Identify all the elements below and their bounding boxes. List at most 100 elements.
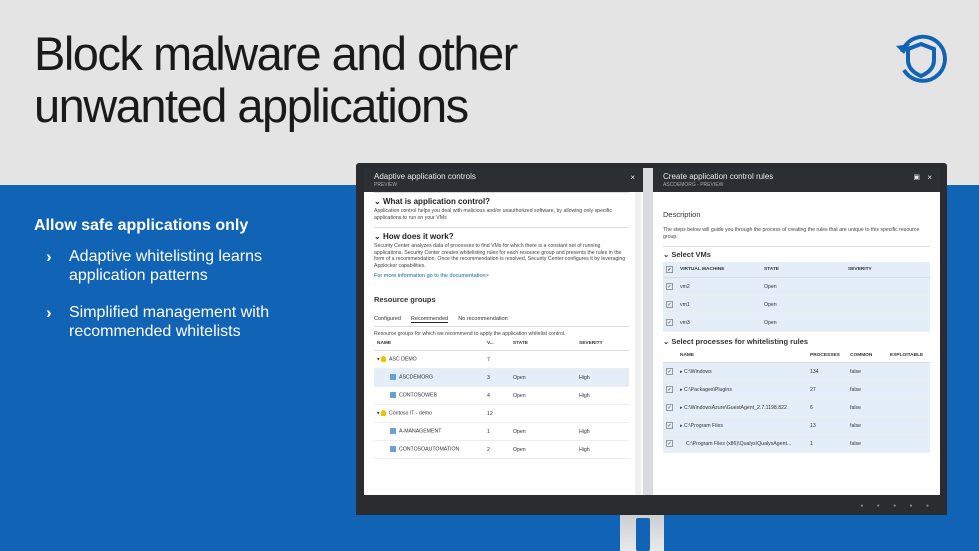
bullet-text: Adaptive whitelisting learns application… bbox=[69, 248, 262, 284]
how-section-toggle[interactable]: ⌄ How does it work? bbox=[374, 227, 629, 243]
resource-group-icon bbox=[390, 428, 396, 435]
select-all-checkbox[interactable]: ✓ bbox=[666, 266, 673, 273]
process-common: false bbox=[847, 416, 887, 435]
column-header[interactable]: NAME bbox=[374, 337, 484, 351]
process-path: C:\Program Files bbox=[684, 422, 723, 429]
row-checkbox[interactable]: ✓ bbox=[666, 440, 673, 447]
resource-group-icon bbox=[390, 374, 396, 381]
row-checkbox[interactable]: ✓ bbox=[666, 422, 673, 429]
column-header[interactable]: STATE bbox=[510, 337, 576, 351]
row-severity: High bbox=[576, 368, 629, 387]
documentation-link[interactable]: For more information go to the documenta… bbox=[374, 273, 629, 279]
column-header[interactable]: COMMON bbox=[847, 349, 887, 363]
bullet-item: › Adaptive whitelisting learns applicati… bbox=[34, 247, 304, 285]
table-row[interactable]: ✓ vm3 Open bbox=[663, 313, 930, 332]
processes-table: NAME PROCESSES COMMON EXPLOITABLE ✓ ▸ C:… bbox=[663, 349, 930, 453]
vm-state: Open bbox=[761, 277, 845, 296]
table-row[interactable]: ASCDEMORG 3 Open High bbox=[374, 368, 629, 387]
tab-no-recommendation[interactable]: No recommendation bbox=[458, 316, 508, 323]
vm-name: vm1 bbox=[677, 295, 761, 314]
what-is-section-toggle[interactable]: ⌄ What is application control? bbox=[374, 192, 629, 208]
blade-title: Adaptive application controls bbox=[374, 172, 476, 181]
resource-group-icon bbox=[390, 446, 396, 453]
process-common: false bbox=[847, 398, 887, 417]
row-vms: 2 bbox=[484, 440, 510, 459]
close-icon[interactable]: × bbox=[630, 173, 635, 182]
row-checkbox[interactable]: ✓ bbox=[666, 319, 673, 326]
row-state: Open bbox=[510, 422, 576, 441]
row-state: Open bbox=[510, 368, 576, 387]
process-count: 1 bbox=[807, 434, 847, 453]
row-severity: High bbox=[576, 422, 629, 441]
process-path: C:\Program Files (x86)\Qualys\QualysAgen… bbox=[686, 440, 792, 447]
create-rules-blade: Create application control rules ASCDEMO… bbox=[653, 168, 940, 495]
table-row[interactable]: ✓ ▸ C:\Program Files 13 false bbox=[663, 416, 930, 435]
table-row[interactable]: CONTOSOAUTOMATION 2 Open High bbox=[374, 440, 629, 459]
select-vms-heading: Select VMs bbox=[671, 250, 711, 259]
select-processes-toggle[interactable]: ⌄ Select processes for whitelisting rule… bbox=[663, 334, 930, 349]
column-header[interactable]: PROCESSES bbox=[807, 349, 847, 363]
table-row[interactable]: ✓ ▸ C:\Packages\Plugins 27 false bbox=[663, 380, 930, 399]
description-text: The steps below will guide you through t… bbox=[663, 227, 920, 240]
slide-title: Block malware and other unwanted applica… bbox=[34, 28, 518, 132]
bullet-item: › Simplified management with recommended… bbox=[34, 303, 304, 341]
resource-group-icon bbox=[390, 392, 396, 399]
process-common: false bbox=[847, 362, 887, 381]
row-checkbox[interactable]: ✓ bbox=[666, 301, 673, 308]
blade-header: Create application control rules ASCDEMO… bbox=[653, 168, 940, 192]
column-header[interactable]: STATE bbox=[761, 262, 845, 278]
row-checkbox[interactable]: ✓ bbox=[666, 368, 673, 375]
bullet-list: Allow safe applications only › Adaptive … bbox=[34, 217, 304, 359]
table-row[interactable]: ✓ ▸ C:\WindowsAzure\GuestAgent_2.7.1198.… bbox=[663, 398, 930, 417]
column-header[interactable]: SEVERITY bbox=[576, 337, 629, 351]
process-path: C:\Windows bbox=[684, 368, 712, 375]
close-icon[interactable]: × bbox=[927, 173, 932, 182]
row-severity bbox=[576, 404, 629, 423]
row-checkbox[interactable]: ✓ bbox=[666, 404, 673, 411]
table-row[interactable]: A-MANAGEMENT 1 Open High bbox=[374, 422, 629, 441]
row-state: Open bbox=[510, 440, 576, 459]
table-row[interactable]: ▾ Contoso IT - demo 12 bbox=[374, 404, 629, 423]
process-count: 6 bbox=[807, 398, 847, 417]
blade-title: Create application control rules bbox=[663, 172, 774, 181]
column-header[interactable]: EXPLOITABLE bbox=[887, 349, 930, 363]
blade-subtitle: PREVIEW bbox=[374, 182, 398, 188]
bullet-text: Simplified management with recommended w… bbox=[69, 304, 270, 340]
slide-title-line-2: unwanted applications bbox=[34, 79, 469, 132]
table-row[interactable]: ✓ vm2 Open bbox=[663, 277, 930, 296]
row-severity: High bbox=[576, 440, 629, 459]
table-row[interactable]: CONTOSOWEB 4 Open High bbox=[374, 386, 629, 405]
select-vms-toggle[interactable]: ⌄ Select VMs bbox=[663, 246, 930, 262]
chevron-down-icon: ⌄ bbox=[374, 197, 383, 206]
tab-recommended[interactable]: Recommended bbox=[410, 316, 449, 323]
blade-divider bbox=[643, 168, 653, 495]
column-header[interactable]: SEVERITY bbox=[845, 262, 930, 278]
what-heading: What is application control? bbox=[382, 197, 491, 206]
resource-groups-table: NAME V... STATE SEVERITY ▾ ASC DEMO 7 AS… bbox=[374, 337, 629, 459]
row-checkbox[interactable]: ✓ bbox=[666, 386, 673, 393]
process-common: false bbox=[847, 380, 887, 399]
row-severity bbox=[576, 350, 629, 369]
monitor-buttons: ● ● ● ● ● bbox=[860, 503, 935, 509]
column-header[interactable]: VIRTUAL MACHINE bbox=[677, 262, 761, 278]
process-count: 27 bbox=[807, 380, 847, 399]
column-header[interactable]: NAME bbox=[677, 349, 807, 363]
lightbulb-icon bbox=[381, 356, 387, 363]
vm-name: vm3 bbox=[677, 313, 761, 332]
row-name: CONTOSOAUTOMATION bbox=[399, 446, 460, 453]
process-count: 13 bbox=[807, 416, 847, 435]
scrollbar[interactable] bbox=[635, 192, 641, 495]
table-row[interactable]: ✓ ▸ C:\Windows 134 false bbox=[663, 362, 930, 381]
table-row[interactable]: ▾ ASC DEMO 7 bbox=[374, 350, 629, 369]
vm-state: Open bbox=[761, 313, 845, 332]
table-row[interactable]: ✓ vm1 Open bbox=[663, 295, 930, 314]
tab-configured[interactable]: Configured bbox=[374, 316, 401, 323]
row-checkbox[interactable]: ✓ bbox=[666, 283, 673, 290]
monitor-chin: ● ● ● ● ● bbox=[356, 497, 947, 515]
row-vms: 1 bbox=[484, 422, 510, 441]
maximize-icon[interactable]: ▣ bbox=[913, 173, 920, 181]
monitor: ● ● ● ● ● Adaptive application controls … bbox=[356, 163, 947, 515]
column-header[interactable]: V... bbox=[484, 337, 510, 351]
row-name: ASCDEMORG bbox=[399, 374, 434, 381]
table-row[interactable]: ✓ C:\Program Files (x86)\Qualys\QualysAg… bbox=[663, 434, 930, 453]
